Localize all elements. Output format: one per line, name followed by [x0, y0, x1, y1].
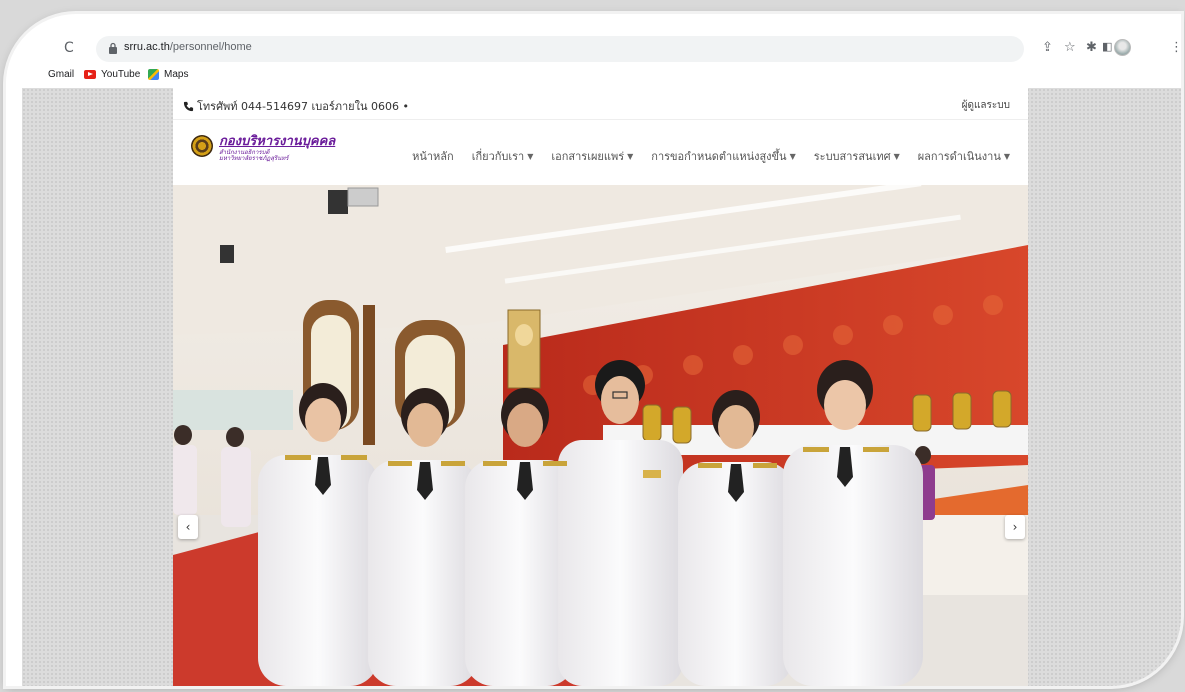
menu-documents[interactable]: เอกสารเผยแพร่ ▼: [551, 147, 633, 165]
main-menu: หน้าหลัก เกี่ยวกับเรา ▼ เอกสารเผยแพร่ ▼ …: [412, 147, 1010, 165]
bookmark-label: YouTube: [101, 69, 141, 80]
bookmark-label: Gmail: [48, 69, 75, 80]
share-icon[interactable]: ⇪: [1042, 40, 1053, 55]
site-logo[interactable]: กองบริหารงานบุคคล สำนักงานอธิการบดี มหาว…: [191, 135, 335, 162]
university-seal-icon: [191, 135, 213, 157]
menu-performance[interactable]: ผลการดำเนินงาน ▼: [918, 147, 1010, 165]
chevron-left-icon: ‹: [185, 520, 191, 534]
extensions-icon[interactable]: ✱: [1086, 40, 1097, 55]
reload-icon[interactable]: C: [64, 40, 74, 56]
main-navbar: กองบริหารงานบุคคล สำนักงานอธิการบดี มหาว…: [173, 121, 1028, 185]
menu-info-systems[interactable]: ระบบสารสนเทศ ▼: [814, 147, 900, 165]
browser-window: C srru.ac.th/personnel/home ⇪ ☆ ✱ ◧ ⋮ Gm…: [6, 14, 1181, 686]
menu-dots-icon[interactable]: ⋮: [1170, 40, 1181, 55]
profile-avatar[interactable]: [1114, 39, 1131, 56]
logo-subtitle-2: มหาวิทยาลัยราชภัฏสุรินทร์: [219, 155, 289, 162]
phone-icon: [183, 101, 194, 111]
bookmark-maps[interactable]: Maps: [148, 69, 188, 80]
url-text: srru.ac.th/personnel/home: [124, 41, 252, 53]
chevron-right-icon: ›: [1012, 520, 1018, 534]
logo-title: กองบริหารงานบุคคล: [219, 134, 336, 149]
page-viewport: โทรศัพท์ 044-514697 เบอร์ภายใน 0606 • ผู…: [22, 88, 1181, 686]
admin-link[interactable]: ผู้ดูแลระบบ: [962, 98, 1010, 113]
chevron-down-icon: ▼: [627, 151, 634, 161]
bookmarks-bar: Gmail YouTube Maps: [6, 66, 1181, 86]
bookmark-youtube[interactable]: YouTube: [84, 69, 140, 80]
menu-label: ผลการดำเนินงาน: [917, 150, 1001, 163]
browser-toolbar: C srru.ac.th/personnel/home ⇪ ☆ ✱ ◧ ⋮: [6, 32, 1181, 66]
youtube-icon: [84, 70, 96, 79]
carousel-next-button[interactable]: ›: [1005, 515, 1025, 539]
menu-label: ระบบสารสนเทศ: [813, 150, 891, 163]
bookmark-gmail[interactable]: Gmail: [48, 69, 74, 80]
star-icon[interactable]: ☆: [1064, 40, 1076, 55]
sidepanel-icon[interactable]: ◧: [1102, 40, 1112, 53]
maps-icon: [148, 69, 159, 80]
menu-label: เกี่ยวกับเรา: [471, 150, 525, 163]
address-bar[interactable]: srru.ac.th/personnel/home: [96, 36, 1024, 62]
chevron-down-icon: ▼: [893, 151, 900, 161]
website: โทรศัพท์ 044-514697 เบอร์ภายใน 0606 • ผู…: [173, 88, 1028, 686]
menu-label: การขอกำหนดตำแหน่งสูงขึ้น: [651, 150, 787, 163]
hero-carousel: ‹ ›: [173, 185, 1028, 686]
menu-label: หน้าหลัก: [412, 150, 454, 163]
logo-text: กองบริหารงานบุคคล สำนักงานอธิการบดี มหาว…: [219, 135, 335, 162]
top-info-bar: โทรศัพท์ 044-514697 เบอร์ภายใน 0606 • ผู…: [173, 88, 1028, 120]
chevron-down-icon: ▼: [527, 151, 534, 161]
chevron-down-icon: ▼: [789, 151, 796, 161]
hero-photo: [173, 185, 1028, 686]
menu-about[interactable]: เกี่ยวกับเรา ▼: [472, 147, 534, 165]
carousel-prev-button[interactable]: ‹: [178, 515, 198, 539]
menu-home[interactable]: หน้าหลัก: [412, 147, 454, 165]
chevron-down-icon: ▼: [1003, 151, 1010, 161]
lock-icon: [109, 42, 117, 54]
phone-text: โทรศัพท์ 044-514697 เบอร์ภายใน 0606 •: [197, 100, 409, 113]
menu-label: เอกสารเผยแพร่: [551, 150, 625, 163]
menu-promotion[interactable]: การขอกำหนดตำแหน่งสูงขึ้น ▼: [651, 147, 795, 165]
bookmark-label: Maps: [164, 69, 189, 80]
phone-info: โทรศัพท์ 044-514697 เบอร์ภายใน 0606 •: [183, 97, 409, 115]
